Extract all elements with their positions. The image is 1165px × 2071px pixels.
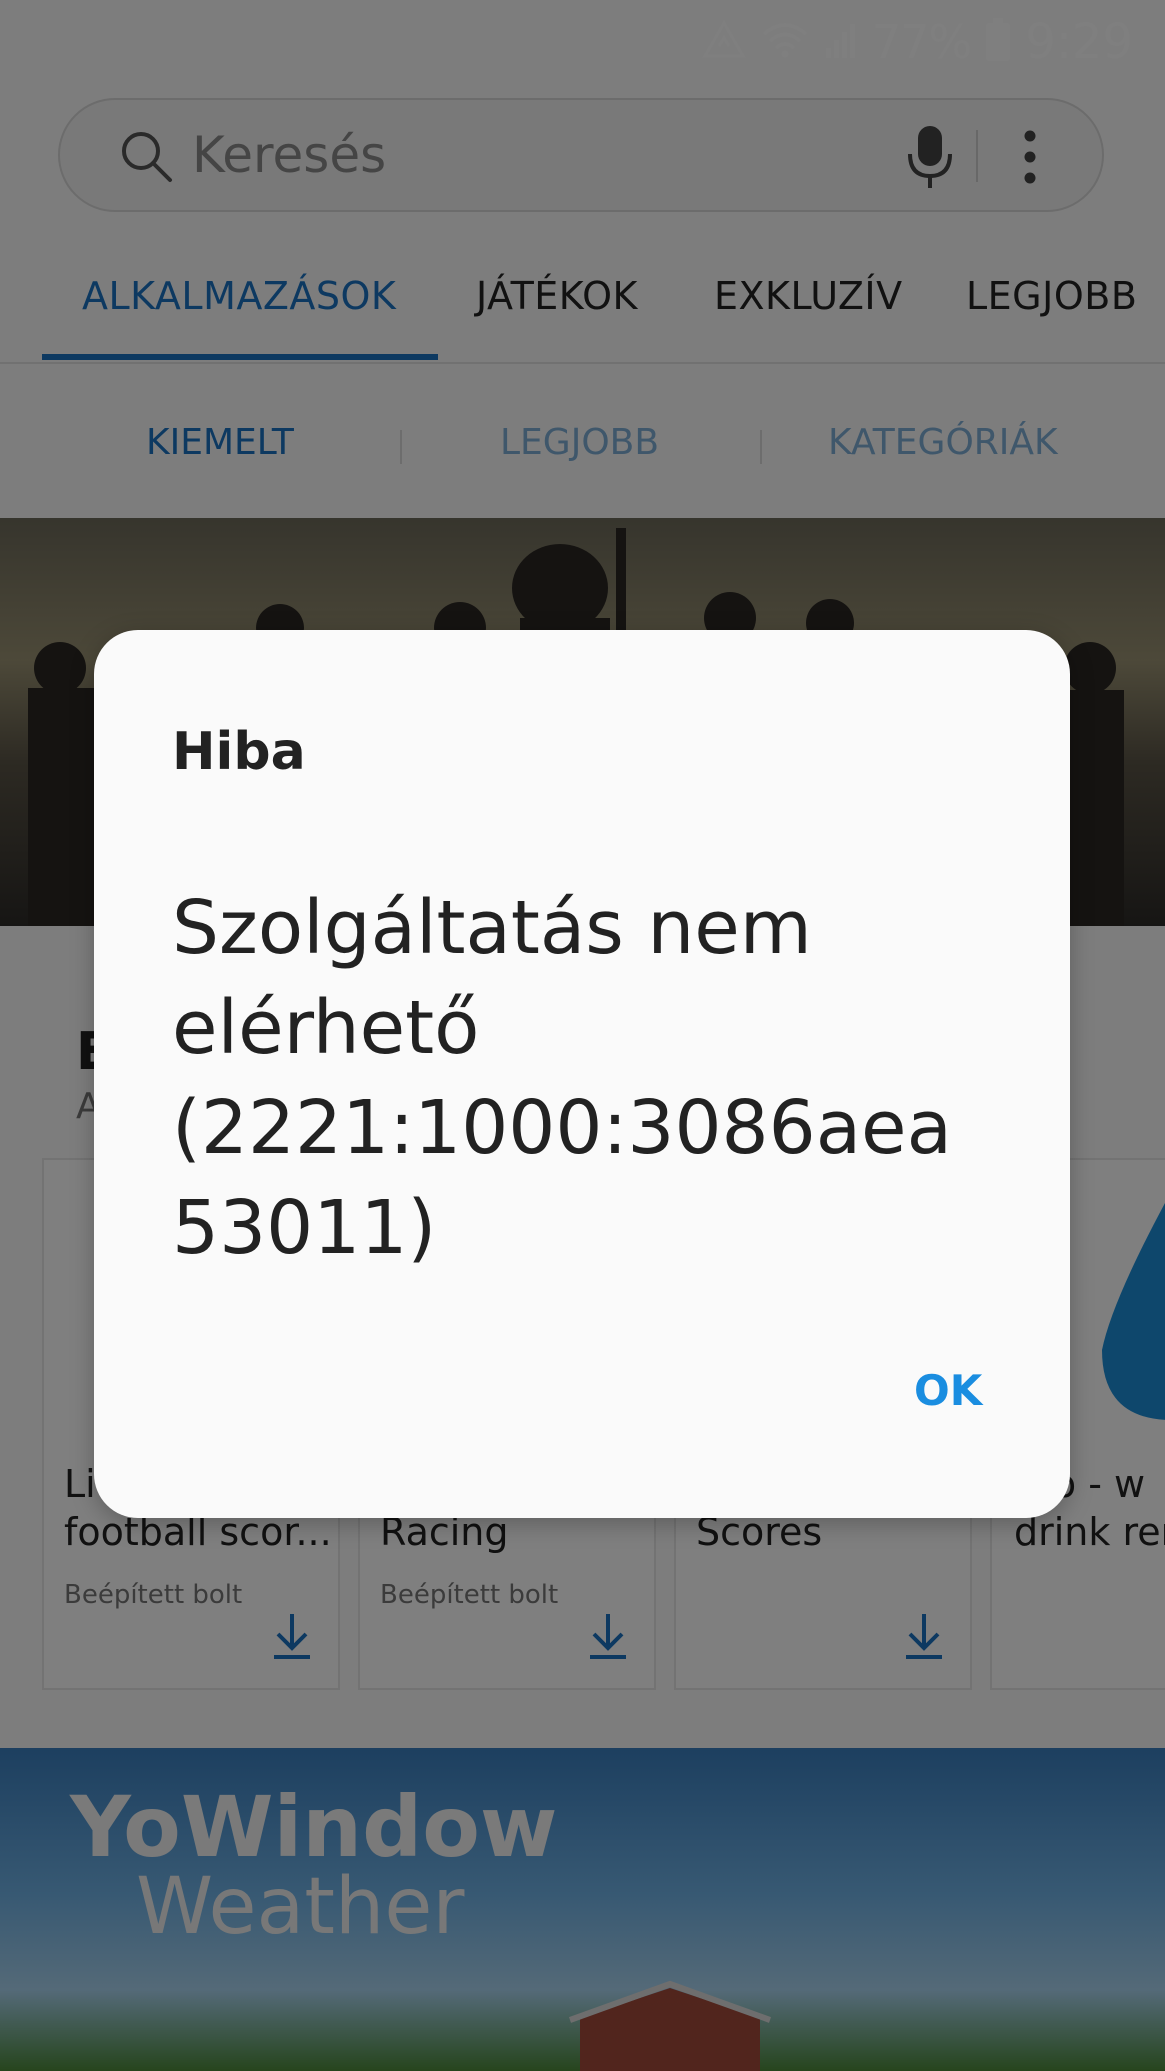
dialog-title: Hiba: [172, 722, 306, 782]
error-dialog: Hiba Szolgáltatás nem elérhető (2221:100…: [94, 630, 1070, 1518]
dialog-message: Szolgáltatás nem elérhető (2221:1000:308…: [172, 885, 952, 1271]
ok-button[interactable]: OK: [914, 1366, 982, 1415]
